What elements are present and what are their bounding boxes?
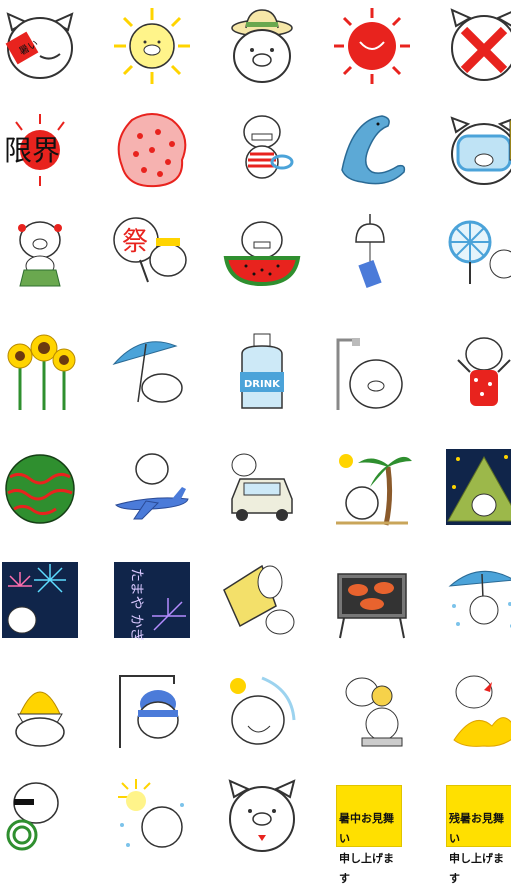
sticker-pig-sunny-laugh[interactable] xyxy=(222,670,302,750)
sticker-pig-umbrella-rain[interactable] xyxy=(444,560,511,640)
watermelon-slice-icon xyxy=(223,221,301,287)
sticker-pig-shower[interactable] xyxy=(332,332,412,412)
matsuri-label: 祭 xyxy=(122,227,148,257)
tent-icon xyxy=(446,449,511,525)
sticker-pig-under-parasol[interactable] xyxy=(112,332,192,412)
sticker-pig-shaved-ice[interactable] xyxy=(0,670,80,750)
sticker-red-pattern-blob[interactable] xyxy=(112,110,192,190)
pig-face-red-mouth-icon xyxy=(228,779,296,852)
genkai-icon: 限界 xyxy=(4,114,65,186)
shaved-ice-icon xyxy=(15,691,65,747)
sticker-pig-swimsuit-float[interactable] xyxy=(222,110,302,190)
drink-bottle-icon: DRINK xyxy=(240,333,284,409)
sticker-pig-red-swimsuit[interactable] xyxy=(444,332,511,412)
red-blob-icon xyxy=(117,113,187,188)
sticker-red-sun-pig[interactable] xyxy=(332,6,412,86)
umbrella-icon xyxy=(448,570,511,628)
wind-chime-icon xyxy=(355,214,385,289)
sticker-pig-drink-bottle[interactable]: DRINK xyxy=(222,332,302,412)
pig-face-icon: 暑い xyxy=(5,12,74,79)
sticker-pig-straw-hat[interactable] xyxy=(222,6,302,86)
fire-burst-icon xyxy=(453,675,511,747)
x-mask-pig-icon xyxy=(450,8,511,81)
pig-fan-scale-icon xyxy=(345,677,403,747)
sticker-pig-matsuri-fan[interactable]: 祭 xyxy=(112,212,192,292)
sticker-genkai-text[interactable]: 限界 xyxy=(0,110,80,190)
sticker-pig-fire-burst[interactable] xyxy=(444,670,511,750)
sticker-pig-red-x-mask[interactable] xyxy=(444,6,511,86)
dolphin-icon xyxy=(341,115,406,185)
sticker-pig-watermelon-slice[interactable] xyxy=(222,212,302,292)
sticker-whole-watermelon[interactable] xyxy=(0,447,80,527)
sticker-pig-fan-scale[interactable] xyxy=(332,670,412,750)
swimsuit-pig-icon xyxy=(243,115,294,179)
palm-tree-icon xyxy=(336,454,412,526)
watermelon-icon xyxy=(5,454,75,524)
airplane-icon xyxy=(115,453,189,520)
sticker-sun-pig[interactable] xyxy=(112,6,192,86)
hula-pig-icon xyxy=(18,221,62,287)
sticker-pig-snorkel-mask[interactable] xyxy=(444,110,511,190)
bbq-grill-icon xyxy=(337,573,407,639)
sticker-pig-airplane[interactable] xyxy=(112,447,192,527)
red-sun-icon xyxy=(334,8,410,84)
car-icon xyxy=(231,453,293,521)
mosquito-coil-icon xyxy=(6,782,59,851)
sticker-pig-sun-sparkle[interactable] xyxy=(112,775,192,855)
sticker-wind-chime[interactable] xyxy=(332,212,412,292)
red-swimsuit-pig-icon xyxy=(457,337,511,406)
suikawari-icon xyxy=(119,675,179,748)
sticker-electric-fan-pig[interactable] xyxy=(444,212,511,292)
straw-hat-pig-icon xyxy=(231,9,293,83)
sticker-fireworks-pig[interactable] xyxy=(0,560,80,640)
sunny-laugh-icon xyxy=(230,676,296,745)
shochu-omimai-text: 暑中お見舞い 申し上げます xyxy=(339,812,394,885)
tamaya-fireworks-icon: たまや かぎや xyxy=(114,562,190,640)
tamaya-label: たまや かぎや xyxy=(128,568,144,640)
sticker-zansho-omimai[interactable]: 残暑お見舞い 申し上げます xyxy=(446,785,511,885)
sticker-pig-suikawari-blindfold[interactable] xyxy=(112,670,192,750)
sticker-pig-yellow-flag[interactable] xyxy=(222,560,302,640)
sun-sparkle-icon xyxy=(118,779,184,848)
sticker-pig-hula-skirt[interactable] xyxy=(0,212,80,292)
sticker-sunflowers-pig[interactable] xyxy=(0,332,80,412)
sticker-bbq-grill[interactable] xyxy=(332,560,412,640)
fireworks-icon xyxy=(2,562,78,638)
sticker-pig-night-tent[interactable] xyxy=(444,447,511,527)
parasol-icon xyxy=(112,341,183,403)
sun-icon xyxy=(114,8,190,84)
shower-icon xyxy=(336,338,403,410)
sticker-dolphin[interactable] xyxy=(332,110,412,190)
electric-fan-icon xyxy=(448,220,511,284)
sunflower-icon xyxy=(7,334,76,410)
sticker-pig-mosquito-coil[interactable] xyxy=(0,775,80,855)
sticker-shochu-omimai[interactable]: 暑中お見舞い 申し上げます xyxy=(336,785,402,885)
sticker-pig-palm-tree[interactable] xyxy=(332,447,412,527)
genkai-label: 限界 xyxy=(4,134,60,167)
drink-label: DRINK xyxy=(244,379,281,390)
matsuri-fan-icon: 祭 xyxy=(113,217,187,283)
sticker-pig-car[interactable] xyxy=(222,447,302,527)
yellow-flag-icon xyxy=(223,564,295,635)
zansho-omimai-text: 残暑お見舞い 申し上げます xyxy=(449,812,504,885)
sticker-grid: 暑い 限界 祭 DRINK たまや かぎや 暑中お見舞い 申し上げます 残暑お見… xyxy=(0,0,511,885)
sticker-tamaya-kagiya-fireworks[interactable]: たまや かぎや xyxy=(112,560,192,640)
sticker-pig-face-red-mouth[interactable] xyxy=(222,775,302,855)
sticker-pig-face-red-label[interactable]: 暑い xyxy=(0,6,80,86)
snorkel-pig-icon xyxy=(450,116,511,185)
